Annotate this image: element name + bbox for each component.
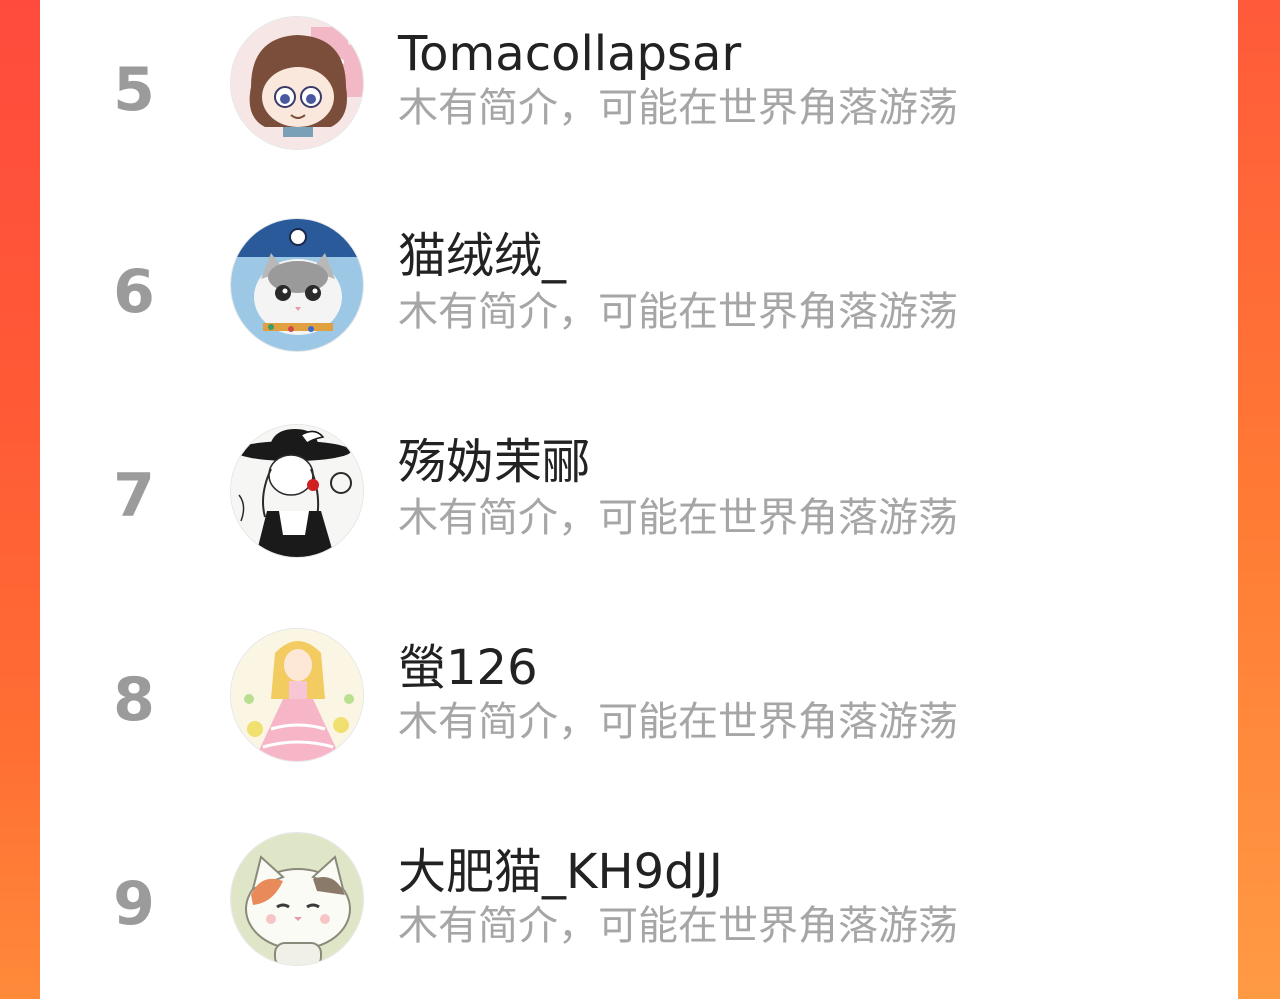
ranking-row[interactable]: 6 猫绒绒_ 木有简介，可能在世界角落游荡 xyxy=(40,212,1238,362)
anime-girl-avatar-icon[interactable] xyxy=(230,16,364,150)
ranking-row[interactable]: 9 大肥猫_KH9dJJ 木有简介，可能在世界角落游荡 xyxy=(40,828,1238,978)
rank-number: 8 xyxy=(113,665,155,735)
sketch-girl-hat-avatar-icon[interactable] xyxy=(230,424,364,558)
ranking-row[interactable]: 8 螢126 木有简介，可能在世界角落游荡 xyxy=(40,624,1238,774)
user-bio: 木有简介，可能在世界角落游荡 xyxy=(398,903,958,949)
ranking-row[interactable]: 7 殇妫茉郦 木有简介，可能在世界角落游荡 xyxy=(40,418,1238,568)
username[interactable]: 殇妫茉郦 xyxy=(398,438,590,486)
rank-number: 7 xyxy=(113,461,155,531)
user-bio: 木有简介，可能在世界角落游荡 xyxy=(398,289,958,335)
username[interactable]: Tomacollapsar xyxy=(398,30,741,78)
user-bio: 木有简介，可能在世界角落游荡 xyxy=(398,85,958,131)
princess-avatar-icon[interactable] xyxy=(230,628,364,762)
username[interactable]: 螢126 xyxy=(398,644,538,692)
rank-number: 5 xyxy=(113,55,155,125)
username[interactable]: 大肥猫_KH9dJJ xyxy=(398,848,723,896)
rank-number: 9 xyxy=(113,869,155,939)
cat-avatar-icon[interactable] xyxy=(230,218,364,352)
background-edge-right xyxy=(1238,0,1280,999)
ranking-panel: 5 Tomacollapsar 木有简介，可能在世界角落游荡 6 猫绒绒_ 木有… xyxy=(40,0,1238,999)
rank-number: 6 xyxy=(113,257,155,327)
username[interactable]: 猫绒绒_ xyxy=(398,232,566,280)
cartoon-cat-avatar-icon[interactable] xyxy=(230,832,364,966)
app-background: 5 Tomacollapsar 木有简介，可能在世界角落游荡 6 猫绒绒_ 木有… xyxy=(0,0,1280,999)
user-bio: 木有简介，可能在世界角落游荡 xyxy=(398,699,958,745)
ranking-row[interactable]: 5 Tomacollapsar 木有简介，可能在世界角落游荡 xyxy=(40,8,1238,158)
user-bio: 木有简介，可能在世界角落游荡 xyxy=(398,495,958,541)
